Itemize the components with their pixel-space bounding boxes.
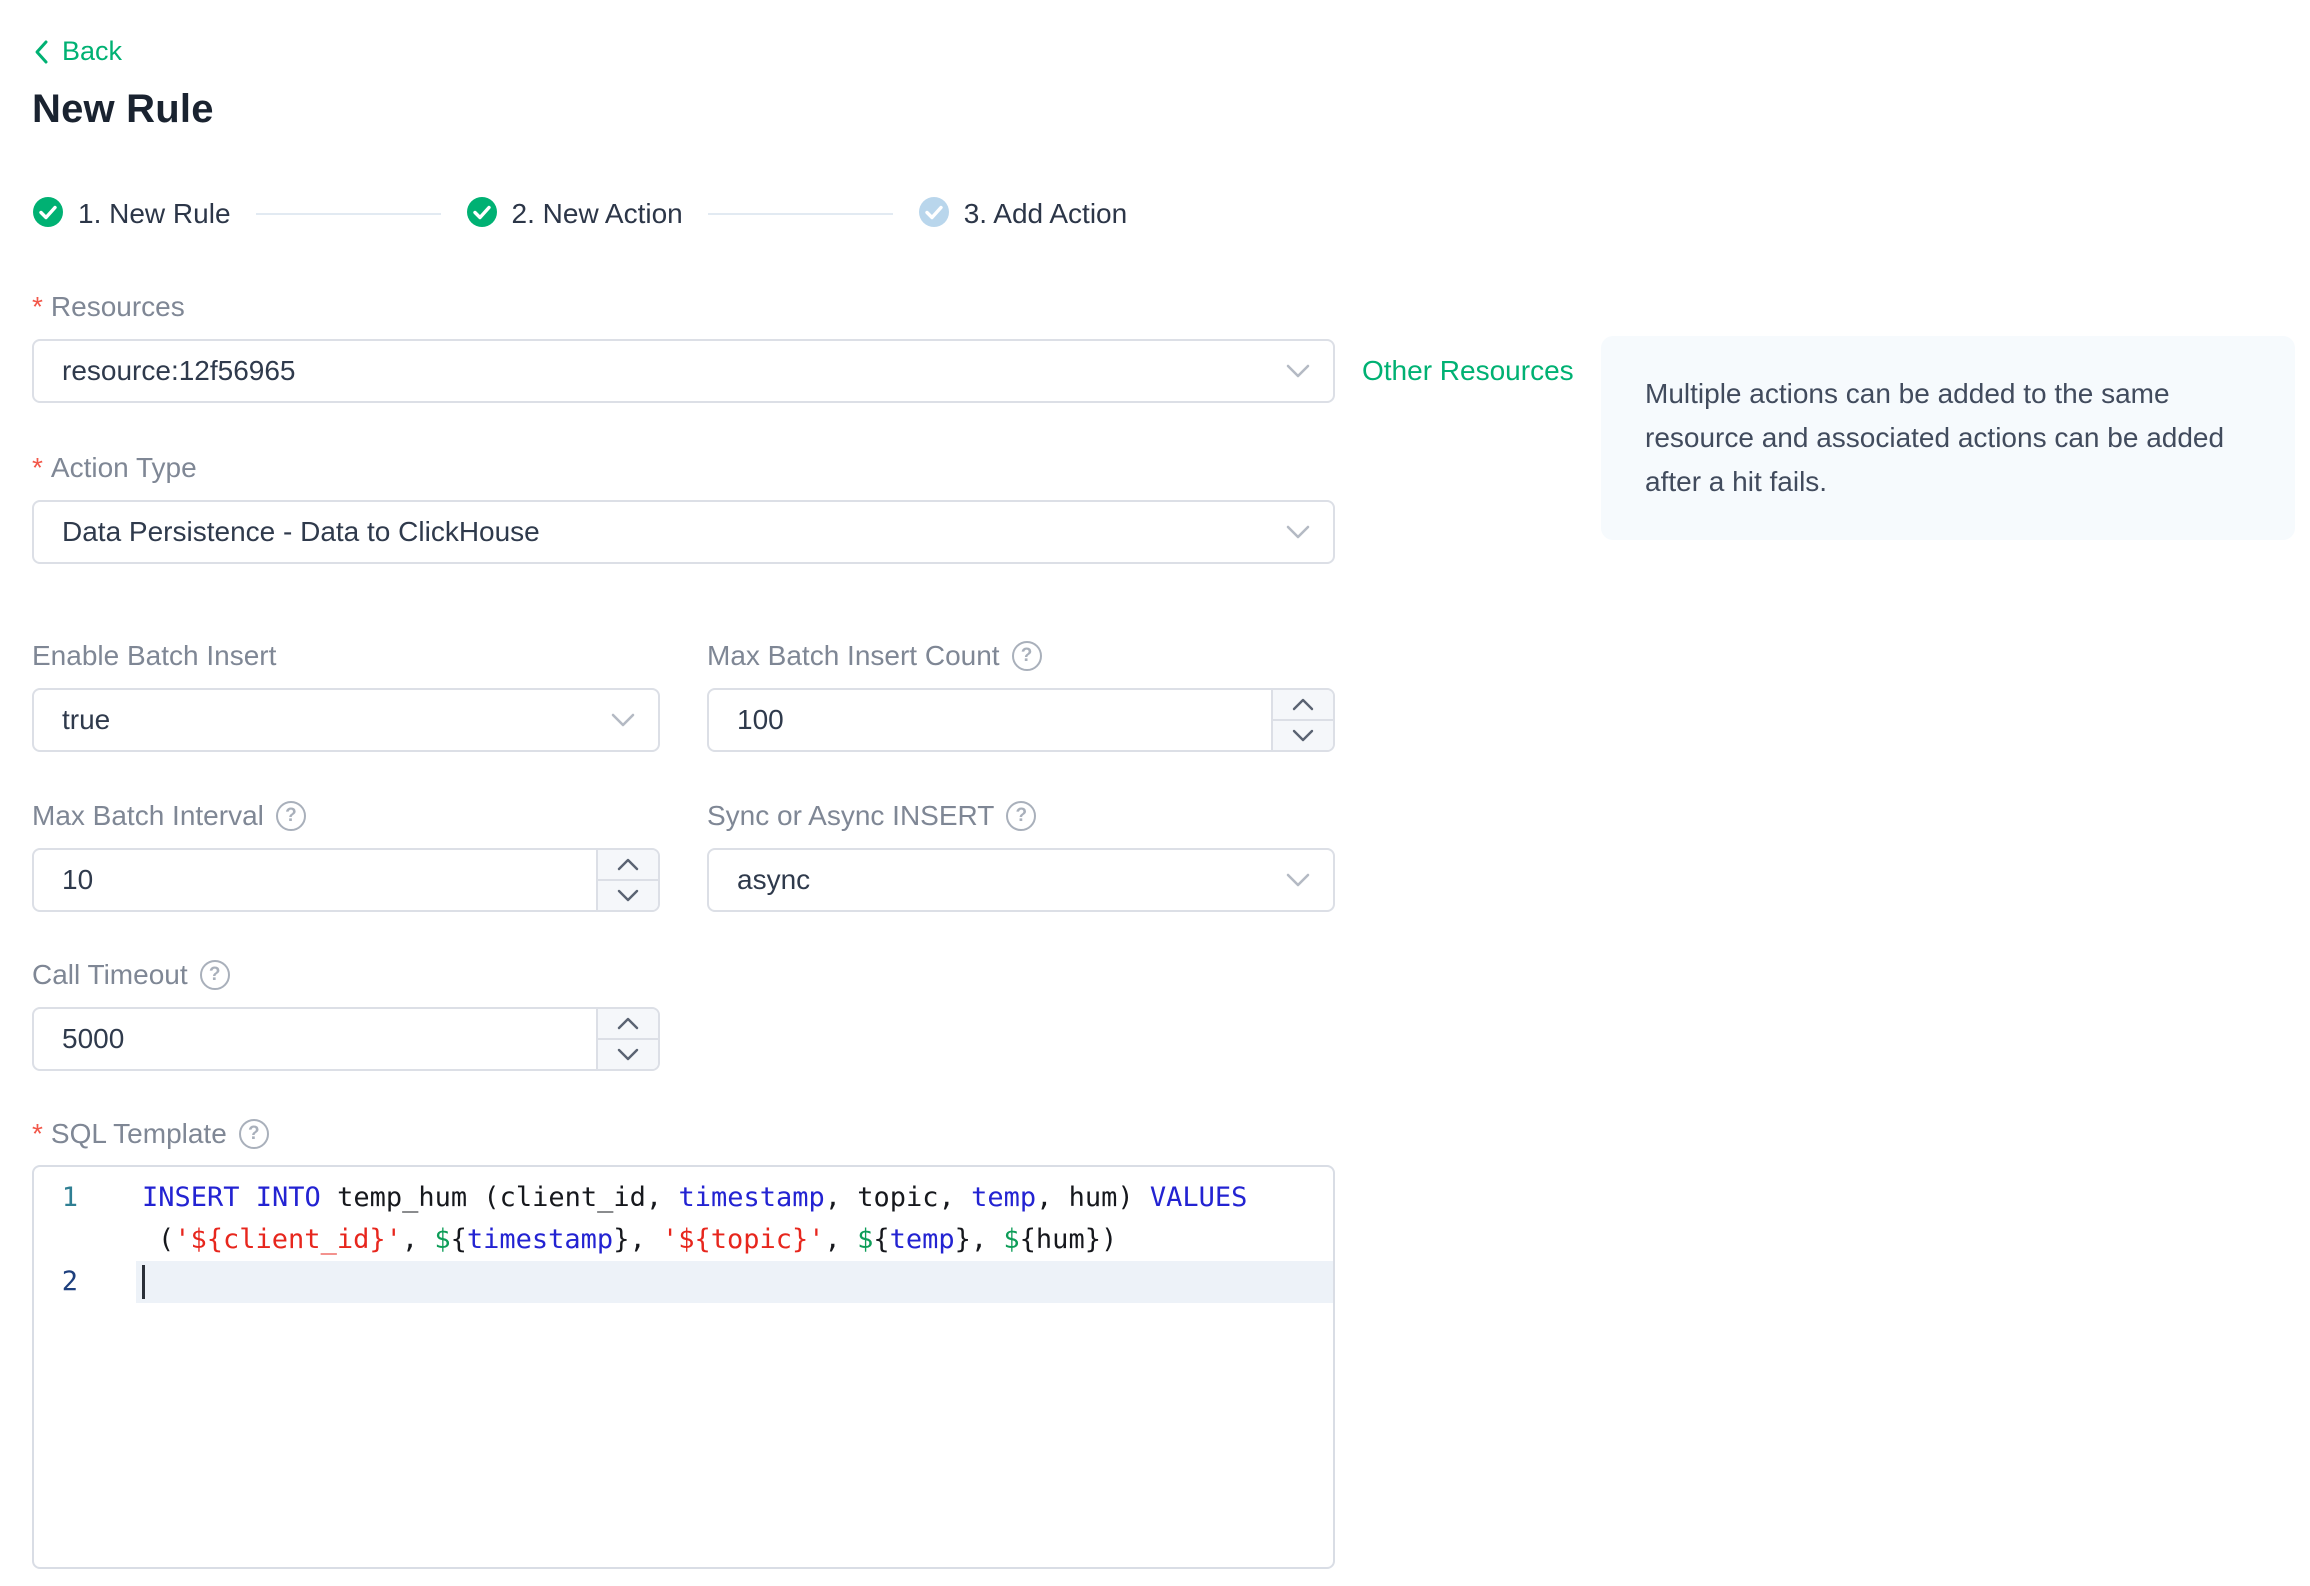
stepper-up-button[interactable] bbox=[1273, 690, 1333, 721]
sql-editor-row: ('${client_id}', ${timestamp}, '${topic}… bbox=[34, 1219, 1333, 1261]
action-type-select-value: Data Persistence - Data to ClickHouse bbox=[62, 515, 540, 547]
sql-token: '${topic}' bbox=[661, 1223, 825, 1255]
text-cursor bbox=[142, 1264, 145, 1299]
sql-token: temp bbox=[971, 1181, 1037, 1213]
sync-or-async-insert-value: async bbox=[737, 863, 811, 895]
sql-token: ( bbox=[158, 1223, 175, 1255]
help-icon[interactable] bbox=[238, 1118, 269, 1149]
enable-batch-insert-select[interactable]: true bbox=[32, 687, 660, 752]
max-batch-insert-count-label: Max Batch Insert Count bbox=[707, 640, 1335, 672]
stepper-up-button[interactable] bbox=[598, 1009, 658, 1040]
step-connector bbox=[255, 213, 441, 215]
sql-token: {hum}) bbox=[1019, 1223, 1118, 1255]
stepper-down-button[interactable] bbox=[598, 1040, 658, 1069]
max-batch-insert-count-input[interactable]: 100 bbox=[707, 687, 1335, 752]
step-done-check-icon bbox=[32, 196, 64, 233]
step-connector bbox=[707, 213, 893, 215]
required-asterisk: * bbox=[32, 451, 43, 483]
step-label: 2. New Action bbox=[511, 198, 683, 229]
wizard-steps: 1. New Rule 2. New Action 3. Add Action bbox=[32, 196, 2310, 233]
other-resources-link[interactable]: Other Resources bbox=[1362, 355, 1574, 387]
help-icon[interactable] bbox=[199, 959, 230, 990]
number-stepper bbox=[596, 1008, 658, 1069]
sql-template-editor[interactable]: 1 INSERT INTO temp_hum (client_id, timest… bbox=[32, 1164, 1335, 1569]
chevron-left-icon bbox=[32, 38, 50, 66]
number-stepper bbox=[596, 849, 658, 910]
line-number: 1 bbox=[61, 1181, 78, 1213]
stepper-up-button[interactable] bbox=[598, 850, 658, 881]
sql-editor-rows: 1 INSERT INTO temp_hum (client_id, timest… bbox=[34, 1177, 1333, 1303]
resources-select-value: resource:12f56965 bbox=[62, 354, 296, 386]
back-link[interactable]: Back bbox=[32, 36, 122, 67]
call-timeout-value: 5000 bbox=[62, 1022, 125, 1054]
required-asterisk: * bbox=[32, 1117, 43, 1149]
sql-token: temp bbox=[889, 1223, 955, 1255]
enable-batch-insert-label: Enable Batch Insert bbox=[32, 639, 277, 671]
help-icon[interactable] bbox=[1011, 640, 1042, 671]
help-icon[interactable] bbox=[1006, 800, 1037, 831]
sql-token: , hum) bbox=[1036, 1181, 1150, 1213]
sql-token: , bbox=[401, 1223, 435, 1255]
sql-token: { bbox=[450, 1223, 467, 1255]
call-timeout-label: Call Timeout bbox=[32, 959, 2310, 991]
sync-or-async-insert-select[interactable]: async bbox=[707, 847, 1335, 912]
stepper-down-button[interactable] bbox=[598, 881, 658, 910]
max-batch-interval-input[interactable]: 10 bbox=[32, 847, 660, 912]
resources-select[interactable]: resource:12f56965 bbox=[32, 338, 1335, 403]
sql-token: $ bbox=[434, 1223, 451, 1255]
sql-token: VALUES bbox=[1149, 1181, 1248, 1213]
sql-token: timestamp bbox=[466, 1223, 614, 1255]
max-batch-interval-value: 10 bbox=[62, 863, 94, 895]
sql-editor-line[interactable] bbox=[136, 1260, 1333, 1303]
step-label: 1. New Rule bbox=[78, 198, 231, 229]
sql-editor-line[interactable]: ('${client_id}', ${timestamp}, '${topic}… bbox=[136, 1219, 1333, 1261]
sql-editor-line[interactable]: INSERT INTO temp_hum (client_id, timesta… bbox=[136, 1177, 1333, 1219]
step-pending-check-icon bbox=[918, 196, 950, 233]
sql-token: '${client_id}' bbox=[174, 1223, 402, 1255]
stepper-down-button[interactable] bbox=[1273, 721, 1333, 750]
sql-token: { bbox=[873, 1223, 890, 1255]
sync-or-async-insert-label: Sync or Async INSERT bbox=[707, 800, 1335, 832]
help-icon[interactable] bbox=[275, 800, 306, 831]
line-number bbox=[34, 1219, 136, 1261]
action-type-select[interactable]: Data Persistence - Data to ClickHouse bbox=[32, 499, 1335, 564]
back-label: Back bbox=[62, 36, 123, 66]
sql-token: , topic, bbox=[824, 1181, 972, 1213]
step-label: 3. Add Action bbox=[963, 198, 1128, 229]
max-batch-interval-label: Max Batch Interval bbox=[32, 800, 660, 832]
sql-token: }, bbox=[613, 1223, 662, 1255]
sql-token: $ bbox=[857, 1223, 874, 1255]
sql-token: }, bbox=[954, 1223, 1004, 1255]
sql-token: timestamp bbox=[678, 1181, 825, 1213]
info-box: Multiple actions can be added to the sam… bbox=[1601, 336, 2295, 540]
chevron-down-icon bbox=[1285, 872, 1311, 888]
new-rule-page: Back New Rule 1. New Rule 2. New Action … bbox=[0, 0, 2310, 1586]
step-add-action[interactable]: 3. Add Action bbox=[918, 196, 1127, 233]
sql-editor-row: 2 bbox=[34, 1260, 1333, 1303]
step-new-action[interactable]: 2. New Action bbox=[466, 196, 683, 233]
sql-token: INSERT INTO bbox=[142, 1181, 321, 1213]
sql-token: , bbox=[824, 1223, 858, 1255]
step-new-rule[interactable]: 1. New Rule bbox=[32, 196, 231, 233]
call-timeout-input[interactable]: 5000 bbox=[32, 1006, 660, 1071]
sql-editor-row: 1 INSERT INTO temp_hum (client_id, timest… bbox=[34, 1177, 1333, 1219]
sql-token: temp_hum (client_id, bbox=[320, 1181, 679, 1213]
chevron-down-icon bbox=[1285, 524, 1311, 540]
info-box-text: Multiple actions can be added to the sam… bbox=[1645, 378, 2225, 497]
enable-batch-insert-value: true bbox=[62, 703, 111, 735]
sql-token: $ bbox=[1003, 1223, 1020, 1255]
line-number: 2 bbox=[61, 1265, 78, 1297]
chevron-down-icon bbox=[1285, 363, 1311, 379]
required-asterisk: * bbox=[32, 290, 43, 322]
max-batch-insert-count-value: 100 bbox=[737, 703, 784, 735]
resources-label: * Resources bbox=[32, 290, 185, 322]
number-stepper bbox=[1271, 689, 1333, 750]
step-done-check-icon bbox=[466, 196, 498, 233]
sql-template-label: * SQL Template bbox=[32, 1118, 2310, 1150]
chevron-down-icon bbox=[610, 712, 636, 728]
page-title: New Rule bbox=[32, 86, 214, 131]
